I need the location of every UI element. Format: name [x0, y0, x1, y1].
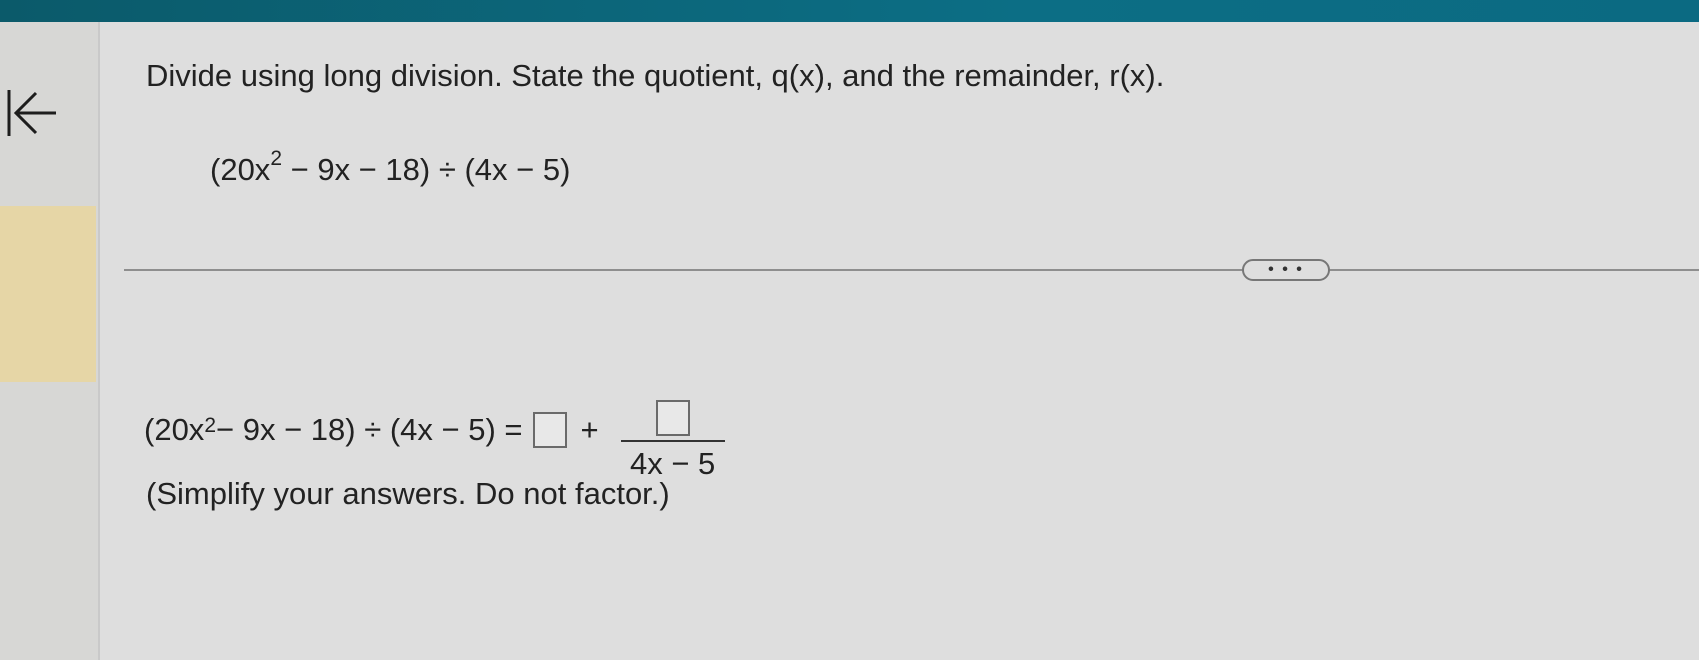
remainder-numerator: [655, 390, 690, 440]
back-to-start-arrow-icon: [7, 90, 56, 136]
answer-lhs-rest: − 9x − 18) ÷ (4x − 5) =: [216, 412, 523, 447]
division-expression: (20x2 − 9x − 18) ÷ (4x − 5): [210, 148, 571, 188]
question-prompt: Divide using long division. State the qu…: [146, 58, 1165, 93]
back-to-start-button[interactable]: [2, 84, 58, 144]
expression-rest: − 9x − 18) ÷ (4x − 5): [282, 152, 571, 187]
plus-sign: +: [580, 412, 599, 447]
section-divider: [124, 269, 1699, 271]
answer-equation: (20x 2 − 9x − 18) ÷ (4x − 5) = + 4x − 5: [144, 398, 725, 481]
expression-exponent: 2: [270, 146, 282, 170]
answer-lhs-open: (20x: [144, 412, 205, 447]
current-question-highlight[interactable]: [0, 206, 96, 382]
instruction-hint: (Simplify your answers. Do not factor.): [146, 476, 670, 511]
expression-open: (20x: [210, 152, 271, 187]
remainder-fraction: 4x − 5: [620, 390, 725, 482]
top-bar: [0, 0, 1699, 22]
expand-more-button[interactable]: • • •: [1242, 259, 1330, 281]
quotient-input-box[interactable]: [532, 412, 567, 448]
question-panel: [100, 22, 1699, 660]
remainder-input-box[interactable]: [655, 400, 690, 436]
